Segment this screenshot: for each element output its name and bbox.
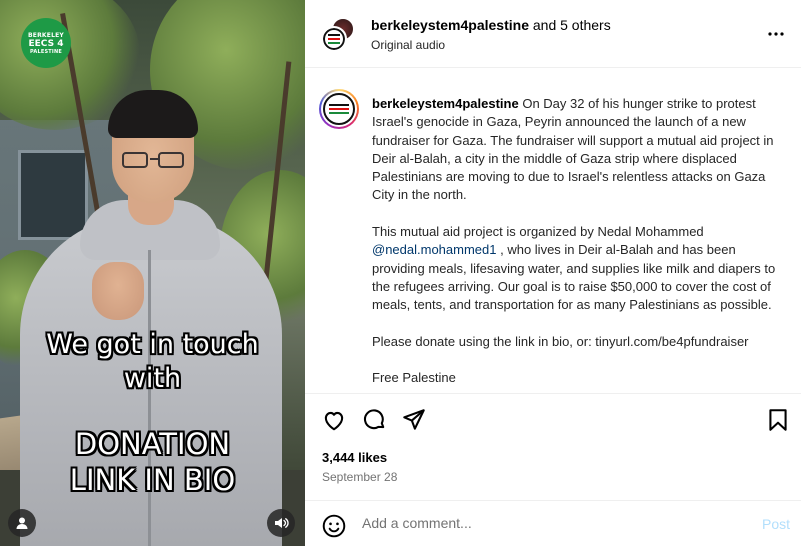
post-details-panel: berkeleystem4palestine and 5 others Orig… [305,0,801,546]
person-hand [92,262,144,320]
comment-input[interactable] [362,515,742,531]
glasses-left-lens [122,152,148,168]
emoji-button[interactable] [321,513,347,539]
caption-paragraph: This mutual aid project is organized by … [372,224,704,240]
tagged-users-button[interactable] [8,509,36,537]
caption-paragraph: Free Palestine [372,370,456,386]
hoodie-zipper [148,250,151,546]
like-button[interactable] [321,407,347,433]
reel-video[interactable]: BERKELEY EECS 4 PALESTINE We got in touc… [0,0,305,546]
user-icon [16,517,28,529]
badge-line-1: BERKELEY [28,31,64,39]
caption-text: berkeleystem4palestine On Day 32 of his … [372,95,790,393]
more-options-button[interactable] [766,24,786,44]
audio-toggle-button[interactable] [267,509,295,537]
header-others-link[interactable]: and 5 others [533,17,611,33]
header-username-link[interactable]: berkeleystem4palestine [371,17,529,33]
heart-icon [324,411,344,431]
likes-count[interactable]: 3,444 likes [322,450,387,465]
caption-username-link[interactable]: berkeleystem4palestine [372,96,519,111]
speaker-icon [275,518,289,528]
post-header: berkeleystem4palestine and 5 others Orig… [305,0,801,68]
collab-avatars[interactable] [321,17,357,53]
mention-link[interactable]: @nedal.mohammed1 [372,242,496,257]
badge-line-2: EECS 4 [28,38,64,49]
badge-line-3: PALESTINE [30,48,62,55]
post-caption: berkeleystem4palestine On Day 32 of his … [305,69,801,394]
save-button[interactable] [765,407,791,433]
audio-link[interactable]: Original audio [371,38,445,52]
caption-paragraph: Please donate using the link in bio, or:… [372,333,749,349]
video-caption-bottom-line: LINK IN BIO [69,463,236,497]
caption-paragraph: On Day 32 of his hunger strike to protes… [372,96,774,203]
video-caption-top-line: with [123,363,182,394]
author-avatar[interactable] [321,26,347,52]
share-icon [403,409,425,430]
video-caption-top: We got in touch with [0,328,305,396]
berkeley-eecs-badge: BERKELEY EECS 4 PALESTINE [21,18,71,68]
post-date[interactable]: September 28 [322,470,397,484]
background-window [18,150,88,240]
action-bar [305,395,801,443]
emoji-icon [322,514,346,538]
comment-button[interactable] [361,407,387,433]
comment-icon [363,409,385,430]
share-button[interactable] [401,407,427,433]
video-caption-top-line: We got in touch [46,329,259,360]
more-horizontal-icon [768,32,784,36]
comment-composer: Post [305,500,801,546]
post-comment-button[interactable]: Post [762,516,790,532]
video-caption-bottom: DONATION LINK IN BIO [0,426,305,498]
glasses-right-lens [158,152,184,168]
video-caption-bottom-line: DONATION [74,427,231,461]
bookmark-icon [769,409,787,431]
header-author: berkeleystem4palestine and 5 others [371,17,611,33]
glasses-bridge [150,158,158,160]
caption-author-avatar[interactable] [319,89,359,129]
